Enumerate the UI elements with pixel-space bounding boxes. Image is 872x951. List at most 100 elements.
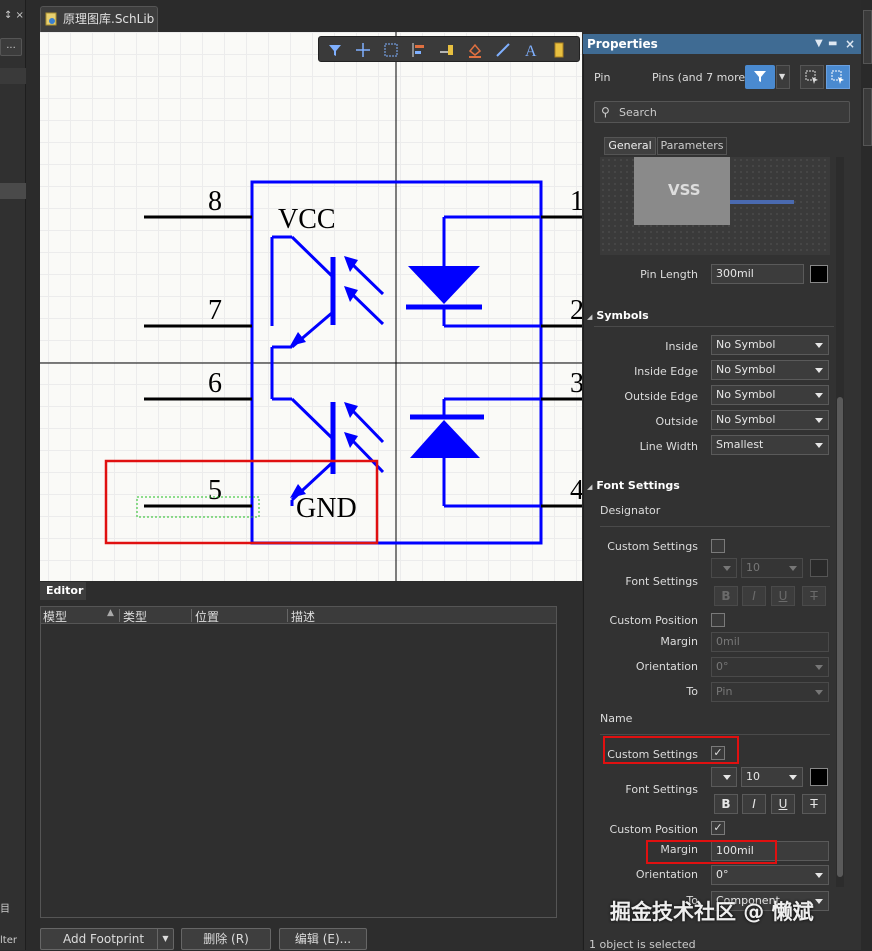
line-width-label: Line Width [639, 440, 698, 453]
panel-menu-icon[interactable]: ▼ [815, 34, 823, 54]
selection-status: 1 object is selected [589, 938, 696, 951]
symbols-section-header[interactable]: Symbols [587, 309, 648, 322]
name-font-color-swatch[interactable] [810, 768, 828, 786]
line-icon[interactable] [493, 40, 513, 60]
name-custom-position-checkbox[interactable]: ✓ [711, 821, 725, 835]
footprint-table-header: 模型 ▲ 类型 位置 描述 [41, 607, 556, 624]
designator-custom-position-label: Custom Position [609, 614, 698, 627]
canvas-toolbar: A [318, 36, 580, 62]
panel-header-bar [0, 68, 26, 84]
add-footprint-button[interactable]: Add Footprint ▼ [40, 928, 174, 950]
components-side-tab[interactable] [863, 10, 872, 64]
name-strikethrough-button[interactable]: T [802, 794, 826, 814]
pin-number-8: 8 [208, 186, 222, 217]
designator-bold-button[interactable]: B [714, 586, 738, 606]
footprint-table[interactable]: 模型 ▲ 类型 位置 描述 [40, 606, 557, 918]
pin-number-1: 1 [570, 186, 582, 217]
pin-number-6: 6 [208, 368, 222, 399]
fill-icon[interactable] [465, 40, 485, 60]
sort-up-icon[interactable]: ▲ [107, 608, 114, 618]
column-description[interactable]: 描述 [291, 608, 315, 625]
tab-parameters[interactable]: Parameters [657, 137, 727, 155]
designator-to-select[interactable]: Pin [711, 682, 829, 702]
left-dock-filter-text[interactable]: lter [0, 935, 17, 946]
name-italic-button[interactable]: I [742, 794, 766, 814]
designator-custom-position-checkbox[interactable] [711, 613, 725, 627]
name-font-size-select[interactable]: 10 [741, 767, 803, 787]
pin-number-5: 5 [208, 475, 222, 506]
column-type[interactable]: 类型 [123, 608, 147, 625]
designator-font-settings-label: Font Settings [625, 575, 698, 588]
edit-button[interactable]: 编辑 (E)... [279, 928, 367, 950]
inside-select[interactable]: No Symbol [711, 335, 829, 355]
name-bold-button[interactable]: B [714, 794, 738, 814]
text-icon[interactable]: A [521, 40, 541, 60]
column-model[interactable]: 模型 [43, 608, 67, 625]
pin-place-icon[interactable] [437, 40, 457, 60]
dropdown-arrow-icon[interactable]: ▼ [157, 928, 173, 950]
designator-custom-settings-checkbox[interactable] [711, 539, 725, 553]
outside-edge-value: No Symbol [716, 388, 776, 401]
delete-button[interactable]: 删除 (R) [181, 928, 271, 950]
line-width-select[interactable]: Smallest [711, 435, 829, 455]
document-tab[interactable]: 原理图库.SchLib [40, 6, 158, 32]
pin-number-3: 3 [570, 368, 582, 399]
object-filter-button[interactable] [745, 65, 775, 89]
properties-scrollbar-track[interactable] [836, 157, 844, 887]
pointer-icon [831, 70, 844, 84]
designator-orientation-label: Orientation [635, 660, 698, 673]
filter-icon[interactable] [325, 40, 345, 60]
designator-margin-label: Margin [660, 635, 698, 648]
line-width-value: Smallest [716, 438, 764, 451]
designator-margin-input[interactable]: 0mil [711, 632, 829, 652]
filter-dropdown-button[interactable]: ▼ [776, 65, 790, 89]
font-settings-section-header[interactable]: Font Settings [587, 479, 679, 492]
name-custom-position-label: Custom Position [609, 823, 698, 836]
designator-font-size-value: 10 [746, 561, 760, 574]
upper-diode [406, 215, 541, 328]
component-drawing: 8 7 6 5 1 2 3 4 VCC GND [40, 32, 582, 581]
designator-strikethrough-button[interactable]: T [802, 586, 826, 606]
pin-color-swatch[interactable] [810, 265, 828, 283]
inside-edge-select[interactable]: No Symbol [711, 360, 829, 380]
schematic-canvas[interactable]: 8 7 6 5 1 2 3 4 VCC GND [40, 32, 582, 581]
crosshair-icon[interactable] [353, 40, 373, 60]
properties-side-tab[interactable] [863, 88, 872, 146]
part-icon[interactable] [549, 40, 569, 60]
column-location[interactable]: 位置 [195, 608, 219, 625]
name-underline-button[interactable]: U [771, 794, 795, 814]
designator-underline-button[interactable]: U [771, 586, 795, 606]
designator-italic-button[interactable]: I [742, 586, 766, 606]
select-rect-icon[interactable] [381, 40, 401, 60]
lasso-select-button[interactable] [826, 65, 850, 89]
lower-phototransistor [272, 397, 385, 506]
name-orientation-select[interactable]: 0° [711, 865, 829, 885]
name-font-family-select[interactable] [711, 767, 737, 787]
properties-scrollbar-thumb[interactable] [837, 397, 843, 877]
lower-arrows [290, 402, 358, 498]
pin-length-input[interactable]: 300mil [711, 264, 804, 284]
selected-list-row[interactable] [0, 183, 26, 199]
red-highlight-custom-settings [603, 736, 739, 764]
designator-font-size-select[interactable]: 10 [741, 558, 803, 578]
align-icon[interactable] [409, 40, 429, 60]
panel-close-icon[interactable]: × [845, 34, 855, 54]
designator-orientation-select[interactable]: 0° [711, 657, 829, 677]
properties-search-input[interactable]: ⚲ Search [594, 101, 850, 123]
properties-title: Properties [587, 37, 658, 51]
ellipsis-button[interactable]: ... [0, 38, 22, 56]
designator-font-family-select[interactable] [711, 558, 737, 578]
outside-edge-select[interactable]: No Symbol [711, 385, 829, 405]
search-icon: ⚲ [601, 105, 610, 119]
filter-icon [754, 71, 766, 82]
panel-pin-icon[interactable]: ▬ [828, 34, 837, 54]
designator-font-color-swatch[interactable] [810, 559, 828, 577]
right-pins [541, 215, 582, 508]
select-mode-button[interactable] [800, 65, 824, 89]
filter-summary: Pins (and 7 more) [652, 71, 750, 84]
editor-tab[interactable]: Editor [40, 582, 86, 600]
inside-value: No Symbol [716, 338, 776, 351]
pin-icon[interactable]: ↕ × [4, 10, 24, 21]
outside-select[interactable]: No Symbol [711, 410, 829, 430]
tab-general[interactable]: General [604, 137, 656, 155]
